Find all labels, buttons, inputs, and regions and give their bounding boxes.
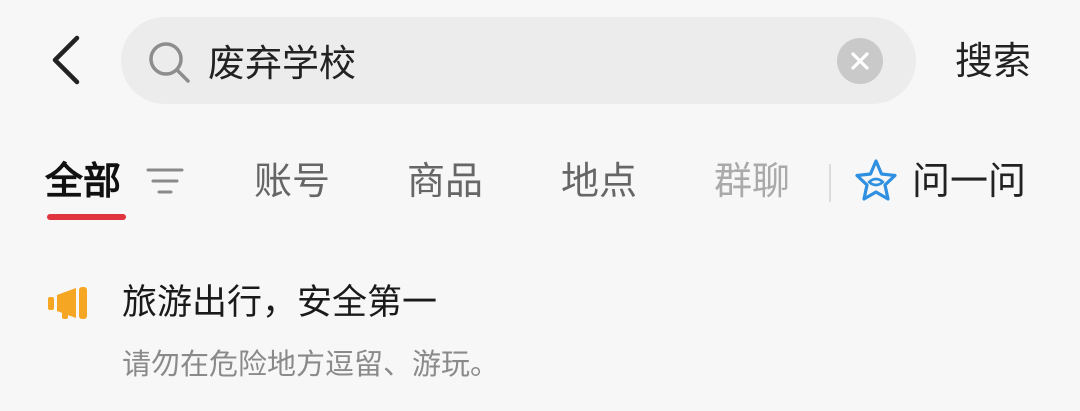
clear-search-button[interactable] [837,38,883,84]
filter-icon[interactable] [146,163,184,199]
ask-label: 问一问 [912,159,1027,203]
megaphone-icon [48,287,87,319]
tab-products[interactable]: 商品 [407,153,483,209]
tab-group-chats[interactable]: 群聊 [714,153,790,209]
search-input[interactable] [208,31,808,89]
notice-subtitle: 请勿在危险地方逗留、游玩。 [122,347,500,381]
active-tab-indicator [47,214,126,220]
back-button[interactable] [40,30,92,90]
clear-icon [851,52,869,70]
tab-all[interactable]: 全部 [45,153,121,209]
search-box[interactable] [121,17,916,104]
sparkle-star-icon [855,159,897,201]
tab-accounts[interactable]: 账号 [254,153,330,209]
tab-places[interactable]: 地点 [561,153,637,209]
search-icon [149,42,190,83]
ask-button[interactable]: 问一问 [852,153,1026,209]
tab-divider [829,164,831,202]
search-button[interactable]: 搜索 [955,33,1031,89]
chevron-left-icon [52,35,80,85]
notice-title: 旅游出行，安全第一 [122,283,438,323]
